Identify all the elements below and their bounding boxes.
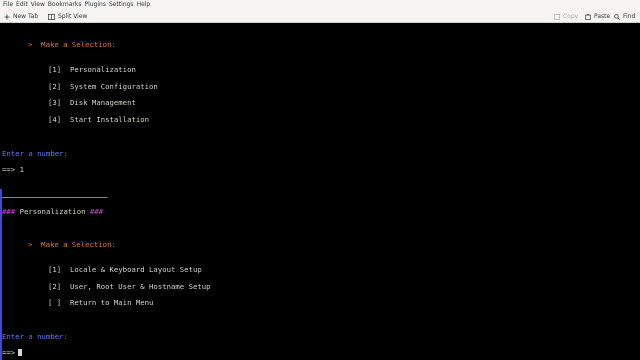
copy-button[interactable]: Copy [554, 10, 578, 23]
menu-file[interactable]: File [3, 0, 13, 10]
menu-option: [1] Locale & Keyboard Layout Setup [48, 265, 202, 274]
menu-option: [ ] Return to Main Menu [48, 298, 154, 307]
menu-settings[interactable]: Settings [109, 0, 134, 10]
menu-plugins[interactable]: Plugins [84, 0, 106, 10]
copy-icon [554, 13, 560, 20]
paste-icon [585, 13, 591, 20]
menu-bar: File Edit View Bookmarks Plugins Setting… [0, 0, 640, 10]
search-icon [614, 13, 620, 20]
paste-label: Paste [594, 13, 611, 20]
find-button[interactable]: Find [614, 10, 635, 23]
plus-icon [4, 14, 10, 19]
split-view-button[interactable]: Split View [48, 10, 87, 23]
toolbar: New Tab Split View Copy Paste Find [0, 10, 640, 23]
heading-title: Personalization [15, 207, 90, 216]
menu-bookmarks[interactable]: Bookmarks [48, 0, 82, 10]
heading-marker: ### [2, 207, 16, 216]
heading-marker: ### [89, 207, 104, 216]
section-heading: ### Personalization ### [2, 207, 103, 216]
text-cursor [18, 349, 22, 356]
menu-option: [3] Disk Management [48, 98, 136, 107]
enter-number-label: Enter a number: [2, 149, 68, 158]
menu-option: [4] Start Installation [48, 115, 150, 124]
menu-help[interactable]: Help [137, 0, 151, 10]
split-view-icon [48, 13, 55, 20]
menu-view[interactable]: View [31, 0, 45, 10]
selection-prompt: > Make a Selection: [28, 240, 116, 249]
menu-option: [1] Personalization [48, 65, 136, 74]
paste-button[interactable]: Paste [585, 10, 610, 23]
input-line: ==> 1 [2, 165, 24, 174]
new-tab-label: New Tab [13, 13, 39, 20]
split-view-label: Split View [58, 13, 88, 20]
menu-edit[interactable]: Edit [16, 0, 28, 10]
selection-prompt: > Make a Selection: [28, 40, 116, 49]
enter-number-label: Enter a number: [2, 332, 68, 341]
separator-line: ──────────────────────── [2, 193, 108, 202]
copy-label: Copy [563, 13, 579, 20]
find-label: Find [623, 13, 636, 20]
input-line: ==> [2, 348, 20, 357]
menu-option: [2] User, Root User & Hostname Setup [48, 282, 211, 291]
menu-option: [2] System Configuration [48, 82, 158, 91]
new-tab-button[interactable]: New Tab [4, 10, 38, 23]
terminal-view[interactable]: > Make a Selection: [1] Personalization … [0, 23, 640, 360]
